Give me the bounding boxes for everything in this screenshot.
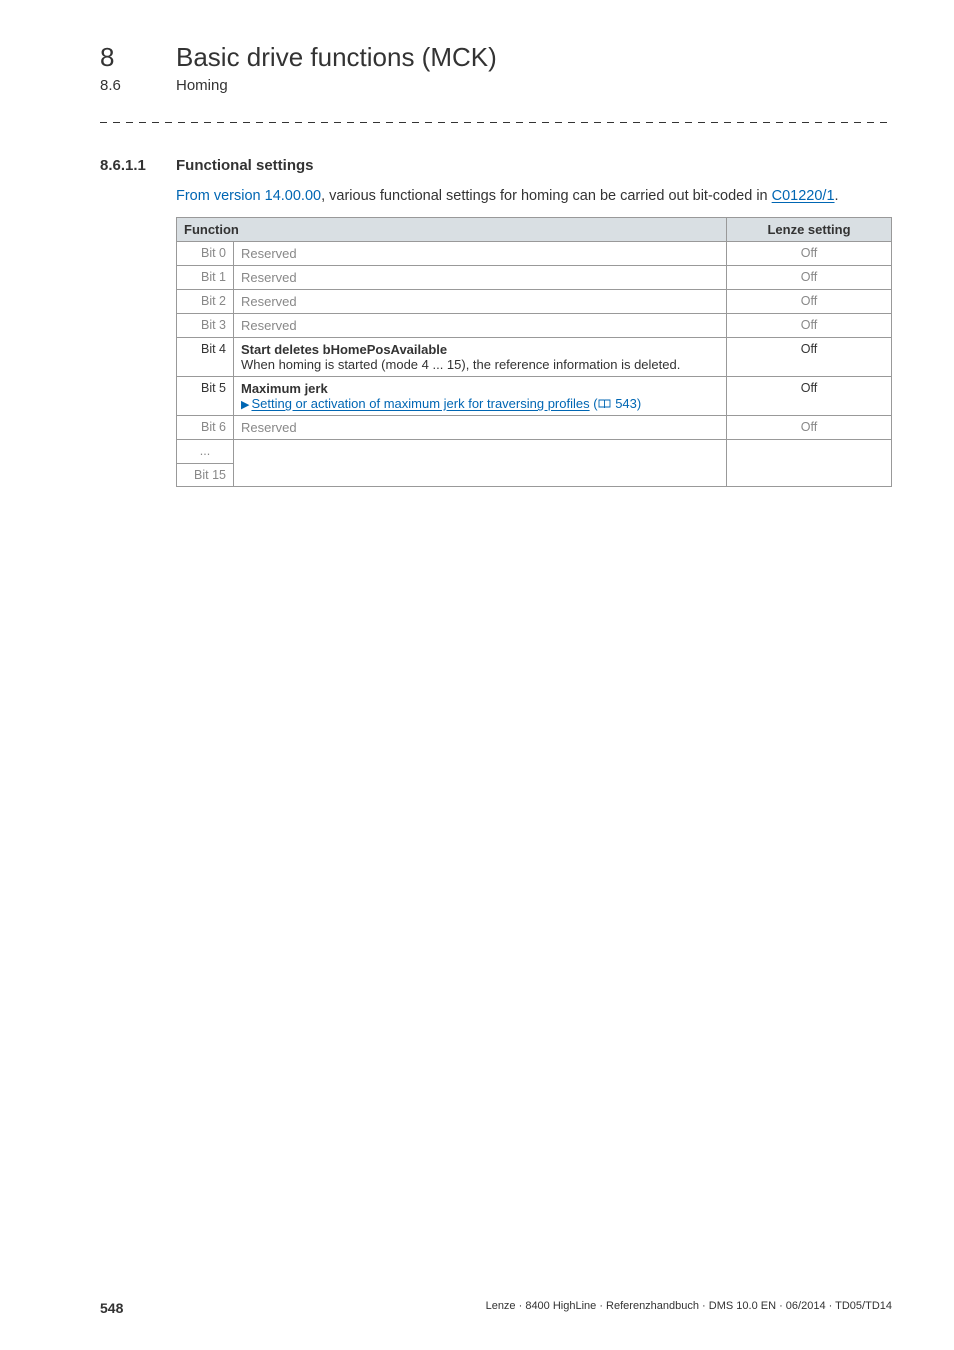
body-text-1: , various functional settings for homing… [321,188,772,204]
subsection-title: Functional settings [176,157,314,174]
bit-cell: Bit 3 [177,314,234,338]
table-head-function: Function [177,218,727,242]
row-detail: When homing is started (mode 4 ... 15), … [241,357,680,372]
setting-cell: Off [727,377,892,416]
footer-text: Lenze · 8400 HighLine · Referenzhandbuch… [486,1300,892,1316]
table-row: Bit 15 . . [177,463,892,487]
desc-cell: Reserved [234,314,727,338]
desc-cell: Start deletes bHomePosAvailable When hom… [234,338,727,377]
setting-cell: Off [727,266,892,290]
desc-cell: Reserved [234,290,727,314]
row-title: Start deletes bHomePosAvailable [241,342,447,357]
table-row: ... . . [177,440,892,464]
bit-cell: Bit 0 [177,242,234,266]
table-head-lenze: Lenze setting [727,218,892,242]
cross-reference-link[interactable]: Setting or activation of maximum jerk fo… [251,396,589,411]
setting-cell: Off [727,338,892,377]
setting-cell: Off [727,416,892,440]
divider [100,122,892,123]
arrow-icon: ▶ [241,399,249,411]
page-ref-num: 543 [615,396,637,411]
setting-cell: Off [727,290,892,314]
bit-cell: Bit 2 [177,290,234,314]
setting-cell: Off [727,314,892,338]
body-paragraph: From version 14.00.00, various functiona… [176,186,892,207]
bit-cell: ... [177,440,234,464]
body-text-2: . [835,188,839,204]
desc-cell: Maximum jerk ▶Setting or activation of m… [234,377,727,416]
bit-cell: Bit 4 [177,338,234,377]
desc-cell: Reserved [234,416,727,440]
bit-cell: Bit 15 [177,463,234,487]
section-number: 8.6 [100,77,176,94]
table-row: Bit 3 Reserved Off [177,314,892,338]
table-row: Bit 1 Reserved Off [177,266,892,290]
desc-cell: Reserved [234,266,727,290]
chapter-number: 8 [100,42,176,73]
table-row: Bit 2 Reserved Off [177,290,892,314]
table-row: Bit 6 Reserved Off [177,416,892,440]
function-table-cont: ... . . Bit 15 . . [176,439,892,487]
code-link[interactable]: C01220/1 [772,188,835,204]
section-title: Homing [176,77,228,94]
table-row: Bit 4 Start deletes bHomePosAvailable Wh… [177,338,892,377]
book-icon [598,397,611,407]
page-number: 548 [100,1300,123,1316]
table-row: Bit 5 Maximum jerk ▶Setting or activatio… [177,377,892,416]
row-title: Maximum jerk [241,381,328,396]
chapter-title: Basic drive functions (MCK) [176,42,497,73]
page-ref: ( 543) [593,396,641,411]
setting-cell: Off [727,242,892,266]
bit-cell: Bit 5 [177,377,234,416]
subsection-number: 8.6.1.1 [100,157,176,174]
bit-cell: Bit 1 [177,266,234,290]
function-table: Function Lenze setting Bit 0 Reserved Of… [176,217,892,440]
table-row: Bit 0 Reserved Off [177,242,892,266]
desc-cell: Reserved [234,242,727,266]
version-text: From version 14.00.00 [176,188,321,204]
bit-cell: Bit 6 [177,416,234,440]
